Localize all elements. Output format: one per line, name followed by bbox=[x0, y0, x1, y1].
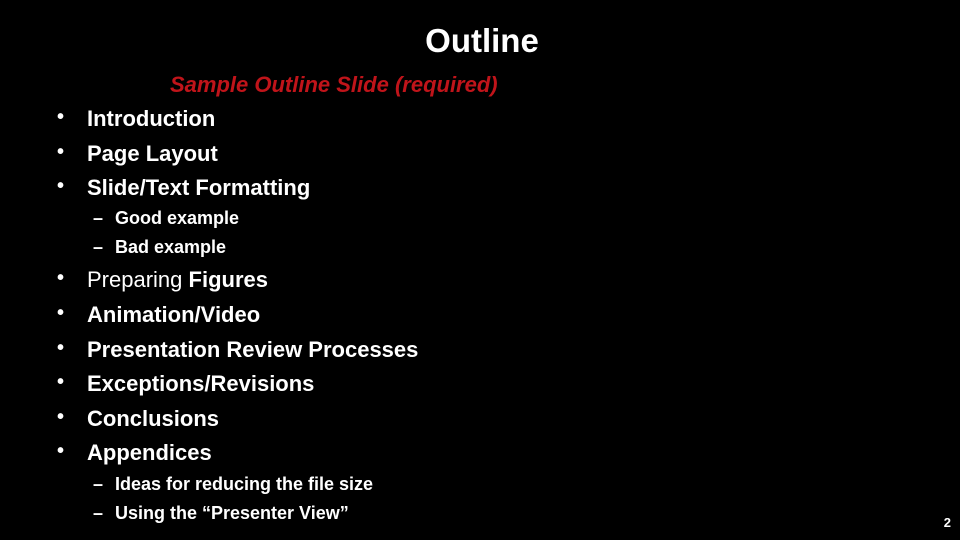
outline-item-label: Animation/Video bbox=[87, 302, 261, 327]
bullet-icon: • bbox=[57, 141, 65, 163]
outline-subitem-label: Bad example bbox=[115, 237, 227, 257]
outline-subitem-label: Using the “Presenter View” bbox=[115, 503, 349, 523]
bullet-icon: • bbox=[57, 175, 65, 197]
outline-item-label: Exceptions/Revisions bbox=[87, 371, 315, 396]
outline-subitem-label: Ideas for reducing the file size bbox=[115, 474, 374, 494]
bullet-icon: • bbox=[57, 337, 65, 359]
bullet-icon: • bbox=[57, 440, 65, 462]
outline-item-label: Slide/Text Formatting bbox=[87, 175, 311, 200]
outline-item-label: Appendices bbox=[87, 440, 212, 465]
outline-item-label-main: Figures bbox=[188, 267, 268, 292]
outline-subitem-label: Good example bbox=[115, 208, 240, 228]
slide-title-text: Outline bbox=[425, 22, 539, 59]
slide: Outline Sample Outline Slide (required) … bbox=[0, 0, 960, 540]
slide-title: Outline bbox=[0, 22, 960, 60]
outline-item-label: Preparing Figures bbox=[87, 267, 268, 293]
bullet-icon: • bbox=[57, 267, 65, 289]
outline-item-label: Introduction bbox=[87, 106, 216, 131]
dash-icon: – bbox=[93, 503, 104, 523]
slide-subtitle: Sample Outline Slide (required) bbox=[170, 72, 498, 97]
bullet-icon: • bbox=[57, 406, 65, 428]
outline-item-label-prefix: Preparing bbox=[87, 267, 189, 292]
bullet-icon: • bbox=[57, 302, 65, 324]
dash-icon: – bbox=[93, 208, 104, 228]
bullet-icon: • bbox=[57, 371, 65, 393]
outline-item-label: Presentation Review Processes bbox=[87, 337, 419, 362]
outline-item-label: Page Layout bbox=[87, 141, 218, 166]
page-number: 2 bbox=[943, 515, 951, 530]
dash-icon: – bbox=[93, 237, 104, 257]
outline-item-label: Conclusions bbox=[87, 406, 220, 431]
bullet-icon: • bbox=[57, 106, 65, 128]
dash-icon: – bbox=[93, 474, 104, 494]
